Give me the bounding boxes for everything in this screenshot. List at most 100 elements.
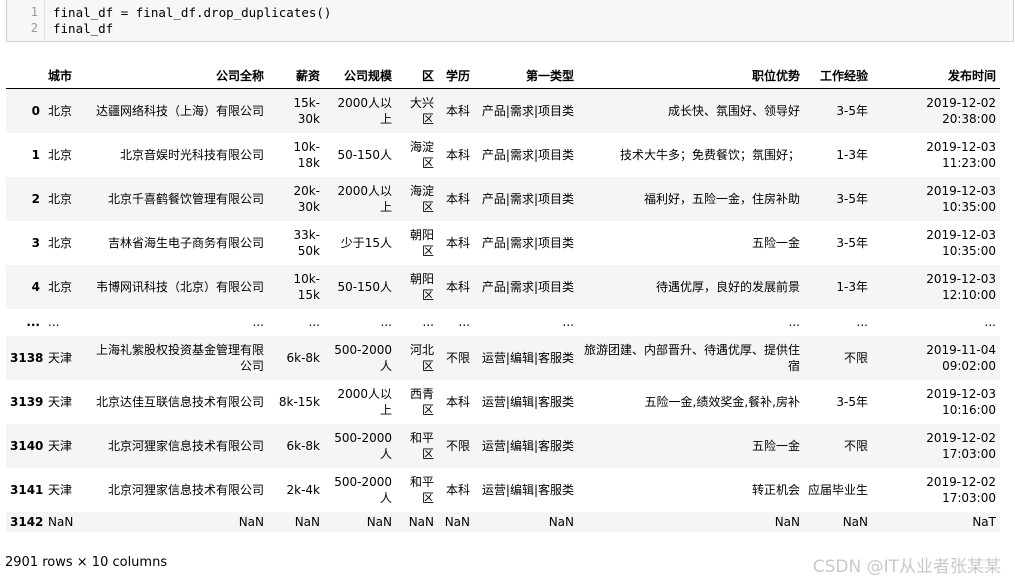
table-cell: 1-3年 [836, 147, 868, 162]
table-cell: 技术大牛多；免费餐饮；氛围好； [619, 147, 800, 162]
table-cell: 转正机会 [751, 482, 800, 497]
table-cell: 和平区 [409, 474, 434, 505]
table-cell: 2000人以上 [337, 386, 392, 417]
table-cell: 50-150人 [337, 147, 392, 162]
table-row: 3140 天津 北京河狸家信息技术有限公司 6k-8k 500-2000人 和平区 不限 运营… [6, 423, 1000, 468]
table-cell: 韦博网讯科技（北京）有限公司 [95, 279, 264, 294]
dataframe-output: 城市 公司全称 薪资 公司规模 区 学历 第一类型 职位优势 工作经验 发布时间… [6, 64, 1000, 532]
table-row: 3139 天津 北京达佳互联信息技术有限公司 8k-15k 2000人以上 西青区 本科 运营… [6, 380, 1000, 424]
table-cell: 北京千喜鹤餐饮管理有限公司 [107, 191, 264, 206]
table-cell: 天津 [48, 394, 73, 409]
table-body: 0 北京 达疆网络科技（上海）有限公司 15k-30k 2000人以上 大兴区 本科 产品|需… [6, 88, 1000, 532]
table-cell: 500-2000人 [334, 342, 392, 373]
table-row: 1 北京 北京音娱时光科技有限公司 10k-18k 50-150人 海淀区 本科 产品|需求|… [6, 133, 1000, 177]
table-cell: 6k-8k [286, 350, 321, 365]
table-cell: 不限 [445, 438, 470, 453]
table-cell: ... [422, 315, 434, 329]
table-cell: 大兴区 [409, 95, 434, 126]
table-cell: 2019-12-03 12:10:00 [926, 271, 996, 302]
table-cell: 福利好，五险一金，住房补助 [643, 191, 800, 206]
table-row: 3138 天津 上海礼紫股权投资基金管理有限公司 6k-8k 500-2000人 河北区不… [6, 335, 1000, 380]
table-cell: 2019-12-02 20:38:00 [926, 95, 996, 126]
table-cell: 2019-12-03 10:35:00 [926, 227, 996, 258]
table-cell: NaN [774, 514, 800, 529]
table-cell: 运营|编辑|客服类 [481, 482, 574, 497]
table-cell: 10k-18k [293, 139, 320, 170]
table-cell: 运营|编辑|客服类 [481, 438, 574, 453]
row-index: 3 [31, 235, 40, 250]
column-header: 公司全称 [86, 64, 268, 89]
line-number-gutter: 1 2 [7, 0, 45, 41]
table-cell: NaN [408, 514, 434, 529]
table-cell: 北京 [48, 279, 73, 294]
row-index: 4 [31, 279, 40, 294]
column-header: 职位优势 [578, 64, 804, 89]
column-header: 公司规模 [324, 64, 396, 89]
table-cell: 北京河狸家信息技术有限公司 [107, 438, 264, 453]
table-row: 3141 天津 北京河狸家信息技术有限公司 2k-4k 500-2000人 和平区 本科 运营… [6, 468, 1000, 512]
table-cell: 运营|编辑|客服类 [481, 394, 574, 409]
table-cell: NaN [238, 514, 264, 529]
table-cell: 8k-15k [278, 394, 320, 409]
row-index: 3139 [10, 394, 44, 409]
table-cell: 20k-30k [293, 183, 320, 214]
table-row: 0 北京 达疆网络科技（上海）有限公司 15k-30k 2000人以上 大兴区 本科 产品|需… [6, 88, 1000, 133]
table-cell: 西青区 [409, 386, 434, 417]
table-cell: 2019-12-03 10:16:00 [926, 386, 996, 417]
column-header: 城市 [44, 64, 86, 89]
line-number: 2 [30, 21, 38, 35]
table-cell: 应届毕业生 [808, 482, 869, 497]
table-cell: 五险一金 [751, 235, 800, 250]
row-index: ... [26, 315, 40, 329]
table-cell: 2000人以上 [337, 95, 392, 126]
table-cell: 33k-50k [293, 227, 320, 258]
table-cell: 成长快、氛围好、领导好 [667, 103, 800, 118]
column-header: 工作经验 [804, 64, 872, 89]
table-cell: 本科 [445, 235, 470, 250]
table-cell: NaN [842, 514, 868, 529]
table-cell: ... [562, 315, 574, 329]
table-cell: NaN [48, 514, 74, 529]
table-cell: 北京河狸家信息技术有限公司 [107, 482, 264, 497]
index-header [6, 64, 44, 89]
dataframe-shape: 2901 rows × 10 columns [5, 555, 168, 570]
table-cell: 2019-11-04 09:02:00 [926, 342, 996, 373]
table-cell: 本科 [445, 147, 470, 162]
table-cell: 吉林省海生电子商务有限公司 [107, 235, 264, 250]
table-cell: 3-5年 [836, 103, 868, 118]
table-cell: 不限 [843, 438, 868, 453]
column-header: 学历 [438, 64, 474, 89]
table-cell: 五险一金,绩效奖金,餐补,房补 [644, 394, 800, 409]
table-cell: 少于15人 [340, 235, 392, 250]
code-line[interactable]: final_df = final_df.drop_duplicates() [53, 5, 331, 20]
table-cell: 海淀区 [409, 183, 434, 214]
table-cell: 6k-8k [286, 438, 321, 453]
row-index: 1 [31, 147, 40, 162]
table-cell: 本科 [445, 482, 470, 497]
row-index: 0 [31, 103, 40, 118]
table-cell: NaN [548, 514, 574, 529]
table-cell: ... [308, 315, 320, 329]
table-cell: 不限 [843, 350, 868, 365]
table-cell: 产品|需求|项目类 [481, 147, 574, 162]
table-cell: 10k-15k [293, 271, 320, 302]
table-cell: 上海礼紫股权投资基金管理有限公司 [95, 342, 264, 373]
code-input-cell[interactable]: 1 2 final_df = final_df.drop_duplicates(… [6, 0, 1014, 42]
table-cell: 2k-4k [286, 482, 321, 497]
table-cell: 产品|需求|项目类 [481, 191, 574, 206]
code-line[interactable]: final_df [53, 21, 113, 36]
table-cell: 北京 [48, 103, 73, 118]
table-cell: 旅游团建、内部晋升、待遇优厚、提供住宿 [583, 342, 800, 373]
table-cell: 北京音娱时光科技有限公司 [119, 147, 264, 162]
table-cell: 50-150人 [337, 279, 392, 294]
table-cell: 2019-12-02 17:03:00 [926, 474, 996, 505]
table-cell: NaT [972, 514, 996, 529]
table-row: ................................. [6, 309, 1000, 336]
table-cell: 北京 [48, 147, 73, 162]
table-cell: 朝阳区 [409, 227, 434, 258]
table-cell: 500-2000人 [334, 430, 392, 461]
table-cell: NaN [444, 514, 470, 529]
column-header: 区 [396, 64, 438, 89]
header-row: 城市 公司全称 薪资 公司规模 区 学历 第一类型 职位优势 工作经验 发布时间 [6, 64, 1000, 89]
table-cell: 本科 [445, 103, 470, 118]
